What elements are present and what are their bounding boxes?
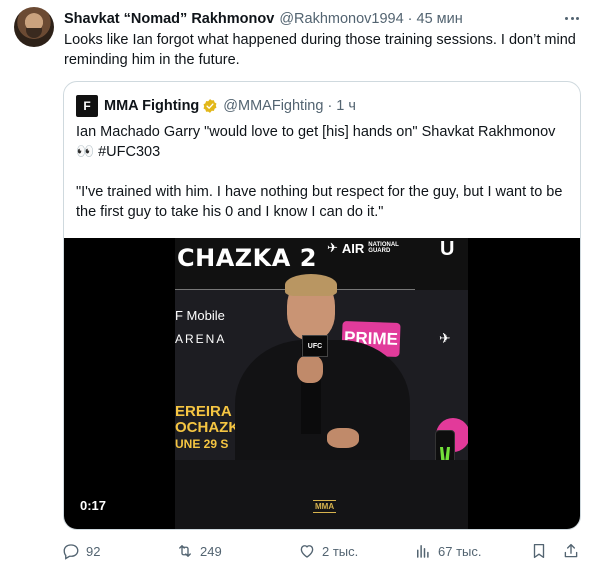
retweet-button[interactable]: 249 xyxy=(176,540,222,562)
banner-text: CHAZKA 2 xyxy=(177,244,317,272)
separator: · xyxy=(327,98,333,114)
quoted-timestamp[interactable]: 1 ч xyxy=(336,98,356,114)
corner-mark: U xyxy=(440,238,455,260)
sponsor-arena: ARENA xyxy=(175,332,227,346)
quoted-text: Ian Machado Garry "would love to get [hi… xyxy=(76,122,568,242)
reply-button[interactable]: 92 xyxy=(62,540,100,562)
quoted-avatar[interactable]: F xyxy=(76,95,98,117)
air-guard-logo: ✈ AIR NATIONAL GUARD xyxy=(327,240,399,256)
tweet-text: Looks like Ian forgot what happened duri… xyxy=(64,32,576,68)
air-guard-text: AIR xyxy=(341,240,365,256)
share-button[interactable] xyxy=(562,540,580,562)
share-icon xyxy=(564,543,578,558)
views-button[interactable]: 67 тыс. xyxy=(414,540,481,562)
video-player[interactable]: CHAZKA 2 ✈ AIR NATIONAL GUARD U F Mobile… xyxy=(64,238,580,529)
event-line-1: EREIRA xyxy=(175,403,232,420)
air-guard-subtext: NATIONAL GUARD xyxy=(368,242,399,254)
mma-watermark: MMA xyxy=(313,500,337,513)
action-bar: 92 249 2 тыс. 67 тыс. xyxy=(62,540,584,562)
author-name[interactable]: Shavkat “Nomad” Rakhmonov xyxy=(64,11,274,27)
press-table xyxy=(175,460,468,529)
verified-icon xyxy=(203,99,217,113)
microphone: UFC xyxy=(302,335,328,357)
air-force-icon: ✈ xyxy=(439,330,451,346)
views-count: 67 тыс. xyxy=(438,543,482,559)
timestamp[interactable]: 45 мин xyxy=(417,11,463,27)
event-line-3: UNE 29 S xyxy=(175,437,229,451)
sponsor-tmobile: F Mobile xyxy=(175,308,225,323)
like-count: 2 тыс. xyxy=(322,543,359,559)
separator: · xyxy=(407,11,413,27)
quoted-handle[interactable]: @MMAFighting xyxy=(223,98,323,114)
video-frame: CHAZKA 2 ✈ AIR NATIONAL GUARD U F Mobile… xyxy=(175,238,468,529)
event-poster: EREIRA OCHAZK UNE 29 S xyxy=(175,404,239,452)
like-button[interactable]: 2 тыс. xyxy=(298,540,358,562)
bookmark-button[interactable] xyxy=(530,540,548,562)
more-icon[interactable] xyxy=(560,9,584,27)
air-guard-wings-icon: ✈ xyxy=(327,240,338,255)
avatar[interactable] xyxy=(14,7,54,47)
like-icon xyxy=(300,545,314,558)
air-guard-sub2: GUARD xyxy=(368,248,391,254)
bookmark-icon xyxy=(533,543,545,559)
reply-icon xyxy=(63,544,79,560)
quoted-tweet[interactable]: F MMA Fighting @MMAFighting · 1 ч Ian Ma… xyxy=(63,81,581,530)
quoted-author-name[interactable]: MMA Fighting xyxy=(104,98,199,114)
video-duration: 0:17 xyxy=(80,498,107,513)
author-handle[interactable]: @Rakhmonov1994 xyxy=(279,11,403,27)
views-icon xyxy=(417,545,429,558)
retweet-icon xyxy=(179,545,191,557)
event-line-2: OCHAZK xyxy=(175,419,240,436)
quoted-paragraph-2: "I've trained with him. I have nothing b… xyxy=(76,184,563,220)
reply-count: 92 xyxy=(86,543,101,559)
tweet[interactable]: Shavkat “Nomad” Rakhmonov @Rakhmonov1994… xyxy=(0,0,596,573)
retweet-count: 249 xyxy=(200,543,222,559)
quoted-paragraph-1: Ian Machado Garry "would love to get [hi… xyxy=(76,124,556,160)
quoted-header: F MMA Fighting @MMAFighting · 1 ч xyxy=(76,95,356,117)
tweet-header: Shavkat “Nomad” Rakhmonov @Rakhmonov1994… xyxy=(64,9,463,29)
